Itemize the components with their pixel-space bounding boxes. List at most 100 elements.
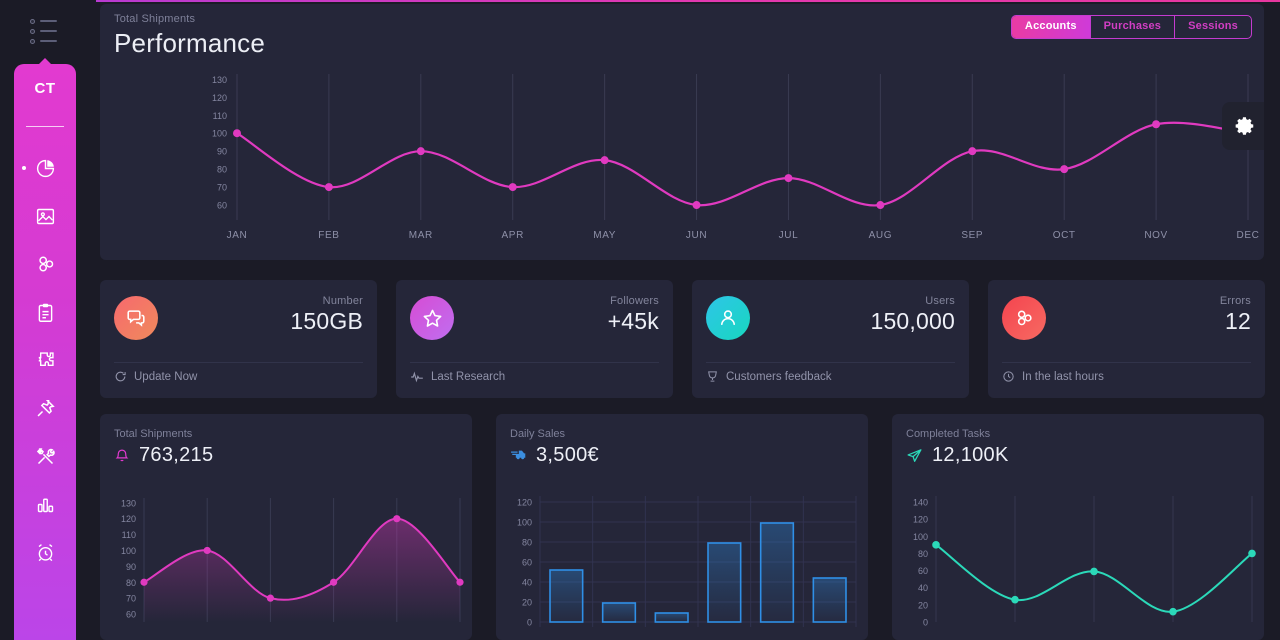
svg-text:20: 20 — [918, 600, 928, 610]
bell-icon — [115, 449, 129, 461]
stat-caption: Errors — [1219, 295, 1251, 307]
alarm-icon — [38, 543, 52, 561]
svg-text:JUN: JUN — [686, 230, 707, 241]
sidebar-item-media[interactable] — [14, 192, 76, 240]
svg-text:80: 80 — [126, 578, 136, 588]
svg-text:130: 130 — [121, 498, 136, 508]
dashboard-root: CT Total Shipments Performance Accounts … — [0, 0, 1280, 640]
svg-text:NOV: NOV — [1144, 230, 1167, 241]
svg-text:120: 120 — [517, 498, 532, 508]
card-value: 3,500€ — [536, 444, 599, 466]
stat-card-users: Users 150,000 Customers feedback — [692, 280, 969, 398]
svg-text:80: 80 — [918, 549, 928, 559]
svg-text:SEP: SEP — [961, 230, 983, 241]
stat-footer[interactable]: Customers feedback — [706, 370, 831, 383]
card-divider — [114, 362, 363, 363]
svg-text:90: 90 — [126, 562, 136, 572]
svg-text:20: 20 — [522, 598, 532, 608]
svg-text:40: 40 — [522, 578, 532, 588]
svg-text:100: 100 — [121, 546, 136, 556]
sidebar-item-components[interactable] — [14, 240, 76, 288]
sidebar-item-dashboard[interactable] — [14, 144, 76, 192]
stat-value: +45k — [607, 308, 659, 334]
svg-text:FEB: FEB — [318, 230, 339, 241]
trophy-icon — [708, 371, 717, 382]
svg-text:60: 60 — [522, 558, 532, 568]
list-menu-icon[interactable] — [30, 16, 66, 46]
gear-icon[interactable] — [1222, 102, 1264, 150]
tab-sessions[interactable]: Sessions — [1175, 16, 1251, 38]
sidebar-item-plugins[interactable] — [14, 336, 76, 384]
svg-text:70: 70 — [126, 594, 136, 604]
user-icon — [706, 296, 750, 340]
sidebar-item-settings[interactable] — [14, 432, 76, 480]
card-heading: 3,500€ — [510, 444, 599, 467]
card-divider — [706, 362, 955, 363]
svg-text:MAY: MAY — [593, 230, 616, 241]
stat-footer-label: Update Now — [134, 370, 198, 383]
left-rail: CT — [0, 0, 96, 640]
stat-value: 150GB — [290, 308, 363, 334]
svg-text:110: 110 — [213, 111, 227, 121]
sidebar-divider — [26, 126, 64, 127]
stat-footer[interactable]: Update Now — [114, 370, 197, 383]
svg-text:60: 60 — [918, 566, 928, 576]
svg-text:80: 80 — [522, 538, 532, 548]
card-value: 12,100K — [932, 444, 1009, 466]
svg-text:100: 100 — [517, 518, 532, 528]
tab-purchases[interactable]: Purchases — [1091, 16, 1176, 38]
hero-subtitle: Total Shipments — [114, 13, 196, 25]
active-indicator-dot — [22, 166, 26, 170]
svg-text:70: 70 — [217, 183, 227, 193]
bubbles-icon — [1002, 296, 1046, 340]
sidebar-item-tasks[interactable] — [14, 288, 76, 336]
svg-text:JAN: JAN — [227, 230, 248, 241]
svg-text:100: 100 — [212, 129, 227, 139]
pulse-icon — [411, 371, 423, 383]
stat-footer-label: In the last hours — [1022, 370, 1104, 383]
completed-tasks-line-chart: 140 120 100 80 60 40 20 0 — [913, 496, 1256, 628]
sidebar-item-pinned[interactable] — [14, 384, 76, 432]
svg-text:60: 60 — [126, 610, 136, 620]
sidebar-item-reports[interactable] — [14, 480, 76, 528]
stat-footer[interactable]: In the last hours — [1002, 370, 1104, 383]
page-title: Performance — [114, 28, 266, 58]
bubbles-icon — [39, 256, 54, 272]
puzzle-icon — [38, 351, 54, 366]
stat-card-errors: Errors 12 In the last hours — [988, 280, 1265, 398]
sidebar-item-alerts[interactable] — [14, 528, 76, 576]
tab-accounts[interactable]: Accounts — [1011, 16, 1091, 38]
card-heading: 763,215 — [114, 444, 213, 467]
stat-card-number: Number 150GB Update Now — [100, 280, 377, 398]
card-divider — [410, 362, 659, 363]
image-icon — [36, 208, 54, 224]
tools-icon — [36, 447, 55, 464]
svg-text:80: 80 — [217, 165, 227, 175]
completed-tasks-card: Completed Tasks 12,100K 140 120 100 80 60 40 2… — [892, 414, 1264, 640]
svg-text:140: 140 — [913, 498, 928, 508]
svg-text:60: 60 — [217, 201, 227, 211]
top-accent-bar — [0, 0, 1280, 2]
svg-text:100: 100 — [913, 532, 928, 542]
svg-text:DEC: DEC — [1237, 230, 1260, 241]
star-icon — [410, 296, 454, 340]
svg-text:130: 130 — [212, 75, 227, 85]
svg-text:110: 110 — [122, 530, 136, 540]
brand-logo: CT — [34, 80, 56, 97]
svg-text:40: 40 — [918, 583, 928, 593]
card-value: 763,215 — [139, 444, 214, 466]
performance-line-chart: 130 120 110 100 90 80 70 60 JAN FEB MAR APR MAY JUN JU… — [212, 74, 1260, 241]
chat-icon — [114, 296, 158, 340]
total-shipments-card: Total Shipments 763,215 130 120 110 100 90 80… — [100, 414, 472, 640]
svg-text:JUL: JUL — [779, 230, 799, 241]
svg-text:MAR: MAR — [409, 230, 433, 241]
stat-value: 12 — [1225, 308, 1251, 334]
card-label: Completed Tasks — [906, 428, 991, 440]
performance-card: Total Shipments Performance Accounts Pur… — [100, 4, 1264, 260]
daily-sales-card: Daily Sales 3,500€ 120 100 80 60 40 20 0 — [496, 414, 868, 640]
svg-text:OCT: OCT — [1053, 230, 1076, 241]
svg-text:90: 90 — [217, 147, 227, 157]
stat-footer[interactable]: Last Research — [410, 370, 505, 384]
svg-text:APR: APR — [502, 230, 524, 241]
svg-text:120: 120 — [212, 93, 227, 103]
